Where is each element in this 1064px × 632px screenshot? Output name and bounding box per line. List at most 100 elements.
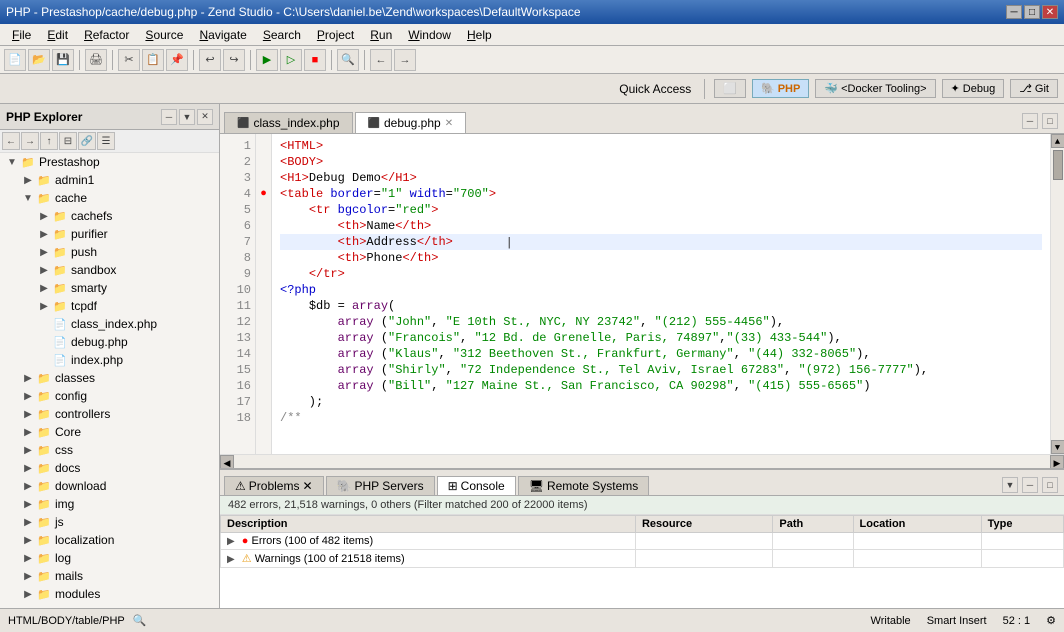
tree-cache[interactable]: ▼ 📁 cache	[0, 189, 219, 207]
scroll-thumb[interactable]	[1053, 150, 1063, 180]
scroll-up[interactable]: ▲	[1051, 134, 1064, 148]
menu-edit[interactable]: Edit	[39, 26, 76, 44]
code-content[interactable]: <HTML> <BODY> <H1>Debug Demo</H1> <table…	[272, 134, 1050, 454]
minimize-button[interactable]: ─	[1006, 5, 1022, 19]
expand-icon[interactable]: ▶	[20, 373, 36, 384]
tree-core[interactable]: ▶ 📁 Core	[0, 423, 219, 441]
menu-search[interactable]: Search	[255, 26, 309, 44]
tab-close-icon[interactable]: ✕	[445, 118, 453, 129]
git-button[interactable]: ⎇ Git	[1010, 79, 1058, 98]
tab-problems[interactable]: ⚠ Problems ✕	[224, 476, 324, 495]
expand-icon[interactable]: ▶	[20, 535, 36, 546]
forward-button[interactable]: →	[394, 49, 416, 71]
cut-button[interactable]: ✂	[118, 49, 140, 71]
tab-class-index[interactable]: ⬛ class_index.php	[224, 112, 353, 133]
tree-config[interactable]: ▶ 📁 config	[0, 387, 219, 405]
expand-icon[interactable]: ▶	[36, 265, 52, 276]
expand-icon[interactable]: ▶	[20, 175, 36, 186]
expand-icon[interactable]: ▶	[36, 229, 52, 240]
expand-icon[interactable]: ▶	[20, 427, 36, 438]
editor-maximize[interactable]: □	[1042, 113, 1058, 129]
menu-run[interactable]: Run	[362, 26, 400, 44]
tab-close-icon[interactable]: ✕	[302, 479, 312, 493]
scroll-down[interactable]: ▼	[1051, 440, 1064, 454]
expand-icon[interactable]: ▶	[20, 571, 36, 582]
expand-icon[interactable]: ▼	[20, 193, 36, 204]
expand-icon[interactable]: ▶	[36, 283, 52, 294]
expand-icon[interactable]: ▶	[20, 553, 36, 564]
menu-help[interactable]: Help	[459, 26, 500, 44]
undo-button[interactable]: ↩	[199, 49, 221, 71]
back-button[interactable]: ←	[370, 49, 392, 71]
close-button[interactable]: ✕	[1042, 5, 1058, 19]
bottom-panel-menu[interactable]: ▼	[1002, 477, 1018, 493]
sidebar-up[interactable]: ↑	[40, 132, 58, 150]
copy-button[interactable]: 📋	[142, 49, 164, 71]
tree-log[interactable]: ▶ 📁 log	[0, 549, 219, 567]
tree-cachefs[interactable]: ▶ 📁 cachefs	[0, 207, 219, 225]
tree-tcpdf[interactable]: ▶ 📁 tcpdf	[0, 297, 219, 315]
tab-php-servers[interactable]: 🐘 PHP Servers	[326, 476, 435, 495]
php-button[interactable]: 🐘 PHP	[752, 79, 809, 98]
sidebar-menu[interactable]: ☰	[97, 132, 115, 150]
sidebar-collapse-button[interactable]: ─	[161, 109, 177, 125]
tree-classes[interactable]: ▶ 📁 classes	[0, 369, 219, 387]
print-button[interactable]: 🖨	[85, 49, 107, 71]
expand-icon[interactable]: ▶	[36, 211, 52, 222]
expand-icon[interactable]: ▶	[20, 499, 36, 510]
tree-docs[interactable]: ▶ 📁 docs	[0, 459, 219, 477]
menu-source[interactable]: Source	[137, 26, 191, 44]
tree-modules[interactable]: ▶ 📁 modules	[0, 585, 219, 603]
menu-refactor[interactable]: Refactor	[76, 26, 137, 44]
sidebar-link[interactable]: 🔗	[78, 132, 96, 150]
h-scroll-left[interactable]: ◀	[220, 455, 234, 469]
menu-file[interactable]: File	[4, 26, 39, 44]
expand-icon[interactable]: ▼	[4, 157, 20, 168]
editor-minimize[interactable]: ─	[1022, 113, 1038, 129]
expand-icon[interactable]: ▶	[20, 391, 36, 402]
tree-purifier[interactable]: ▶ 📁 purifier	[0, 225, 219, 243]
expand-icon[interactable]: ▶	[20, 517, 36, 528]
tab-console[interactable]: ⊞ Console	[437, 476, 516, 495]
tree-smarty[interactable]: ▶ 📁 smarty	[0, 279, 219, 297]
expand-icon[interactable]: ▶	[20, 409, 36, 420]
new-button[interactable]: 📄	[4, 49, 26, 71]
expand-warnings[interactable]: ▶	[227, 554, 235, 565]
bottom-panel-minimize[interactable]: ─	[1022, 477, 1038, 493]
tab-debug-php[interactable]: ⬛ debug.php ✕	[355, 112, 467, 133]
bottom-panel-maximize[interactable]: □	[1042, 477, 1058, 493]
tree-admin1[interactable]: ▶ 📁 admin1	[0, 171, 219, 189]
sidebar-close-button[interactable]: ✕	[197, 109, 213, 125]
docker-button[interactable]: 🐳 <Docker Tooling>	[815, 79, 935, 98]
editor-scrollbar[interactable]: ▲ ▼	[1050, 134, 1064, 454]
open-button[interactable]: 📂	[28, 49, 50, 71]
tree-debug-php[interactable]: 📄 debug.php	[0, 333, 219, 351]
code-editor[interactable]: 1 2 3 4 5 6 7 8 9 10 11 12 13 14 15 16 1…	[220, 134, 1064, 454]
tree-img[interactable]: ▶ 📁 img	[0, 495, 219, 513]
sidebar-back[interactable]: ←	[2, 132, 20, 150]
settings-icon[interactable]: ⚙	[1046, 614, 1056, 627]
run-button[interactable]: ▶	[256, 49, 278, 71]
tree-css[interactable]: ▶ 📁 css	[0, 441, 219, 459]
redo-button[interactable]: ↪	[223, 49, 245, 71]
expand-icon[interactable]: ▶	[20, 463, 36, 474]
perspective-button[interactable]: ⬜	[714, 79, 746, 98]
menu-project[interactable]: Project	[309, 26, 362, 44]
menu-window[interactable]: Window	[400, 26, 459, 44]
save-button[interactable]: 💾	[52, 49, 74, 71]
h-scrollbar[interactable]: ◀ ▶	[220, 454, 1064, 468]
stop-button[interactable]: ■	[304, 49, 326, 71]
tree-controllers[interactable]: ▶ 📁 controllers	[0, 405, 219, 423]
paste-button[interactable]: 📌	[166, 49, 188, 71]
tree-mails[interactable]: ▶ 📁 mails	[0, 567, 219, 585]
tree-localization[interactable]: ▶ 📁 localization	[0, 531, 219, 549]
expand-errors[interactable]: ▶	[227, 536, 235, 547]
expand-icon[interactable]: ▶	[20, 481, 36, 492]
tree-push[interactable]: ▶ 📁 push	[0, 243, 219, 261]
sidebar-menu-button[interactable]: ▼	[179, 109, 195, 125]
expand-icon[interactable]: ▶	[36, 301, 52, 312]
tab-remote-systems[interactable]: 🖥 Remote Systems	[518, 476, 650, 495]
tree-root-prestashop[interactable]: ▼ 📁 Prestashop	[0, 153, 219, 171]
h-scroll-right[interactable]: ▶	[1050, 455, 1064, 469]
sidebar-collapse-all[interactable]: ⊟	[59, 132, 77, 150]
